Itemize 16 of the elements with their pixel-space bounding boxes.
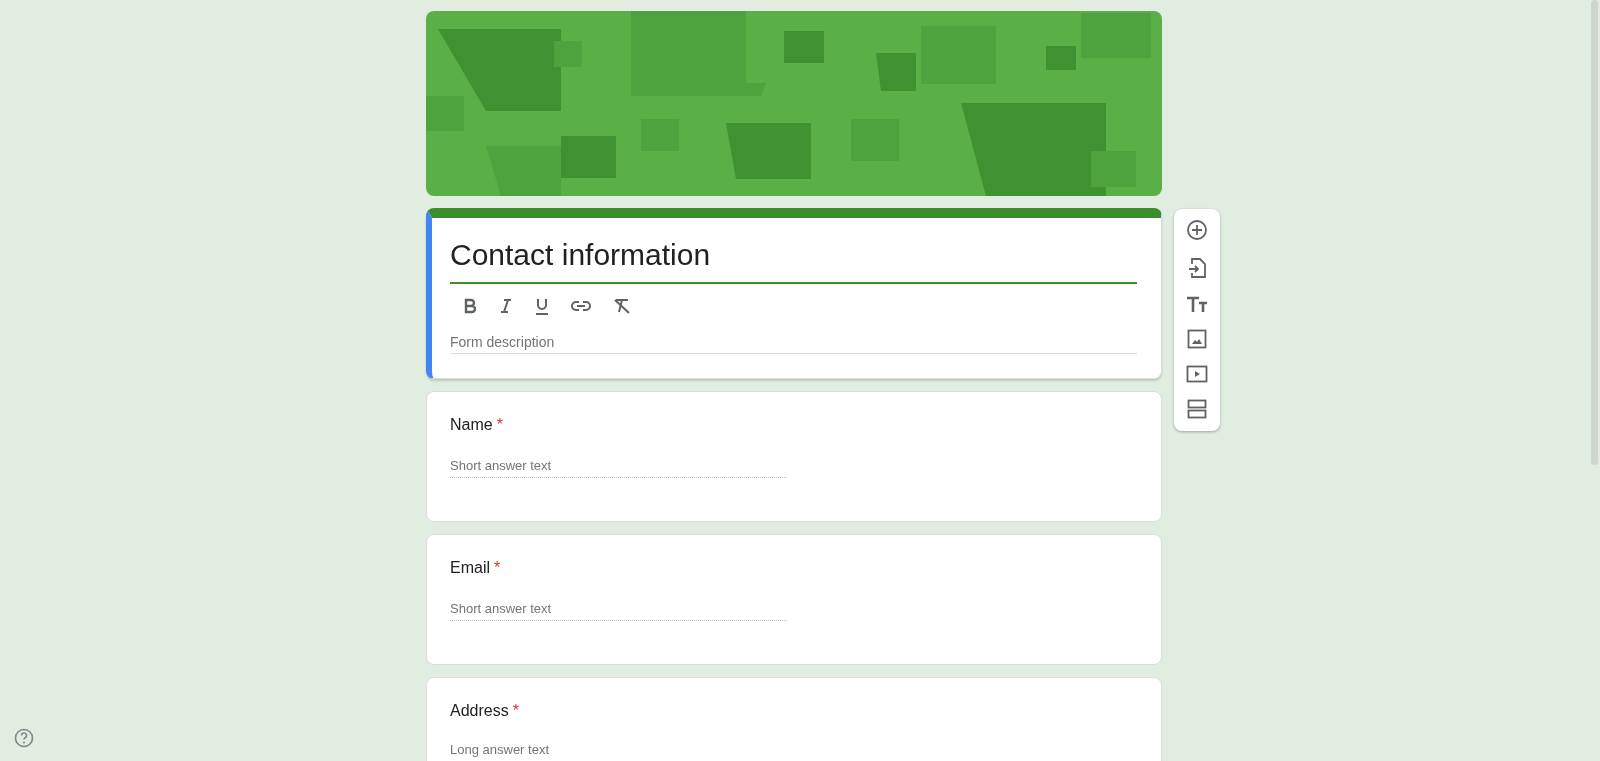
video-icon[interactable] xyxy=(1186,365,1208,383)
help-icon[interactable] xyxy=(14,728,34,748)
underline-icon[interactable] xyxy=(535,297,549,315)
question-title: Email * xyxy=(450,559,502,577)
form-title[interactable]: Contact information xyxy=(450,238,1137,284)
link-icon[interactable] xyxy=(571,300,591,312)
text-size-icon[interactable] xyxy=(1186,295,1208,313)
add-icon[interactable] xyxy=(1186,219,1208,241)
import-icon[interactable] xyxy=(1188,257,1206,279)
section-icon[interactable] xyxy=(1187,399,1207,419)
italic-icon[interactable] xyxy=(499,298,513,314)
clear-formatting-icon[interactable] xyxy=(613,298,631,314)
question-title: Address * xyxy=(450,702,520,720)
question-title: Name * xyxy=(450,416,504,434)
bold-icon[interactable] xyxy=(463,298,477,314)
image-icon[interactable] xyxy=(1187,329,1207,349)
